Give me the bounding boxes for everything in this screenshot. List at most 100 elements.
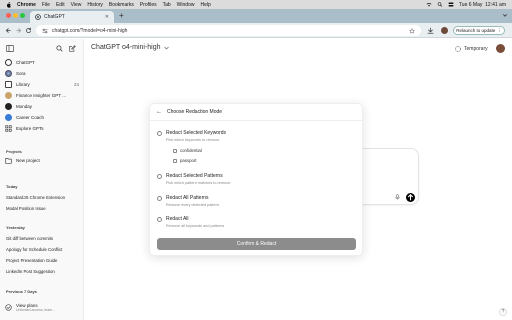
chat-item[interactable]: Project Presentation Guide <box>6 258 57 263</box>
radio-redact-selected-patterns[interactable] <box>157 174 162 179</box>
sidebar-item-library[interactable]: Library 24 <box>5 81 79 88</box>
url-text[interactable]: chatgpt.com/?model=o4-mini-high <box>52 28 127 34</box>
keyword-confidential[interactable]: confidential <box>173 148 202 153</box>
send-button[interactable] <box>406 193 415 202</box>
option-title: Redact All <box>166 216 189 222</box>
menu-bar: Chrome File Edit View History Bookmarks … <box>0 0 512 9</box>
radio-redact-all-patterns[interactable] <box>157 196 162 201</box>
arrow-up-icon <box>407 194 414 201</box>
back-icon[interactable] <box>5 27 12 34</box>
zoom-window-button[interactable] <box>20 13 25 18</box>
new-project-button[interactable]: New project <box>5 157 40 164</box>
profile-avatar[interactable] <box>441 27 448 34</box>
menu-help[interactable]: Help <box>200 2 210 8</box>
chat-item[interactable]: StandardJS Chrome Extension <box>6 195 65 200</box>
sidebar-item-explore-gpts[interactable]: Explore GPTs <box>5 125 44 132</box>
search-icon[interactable] <box>437 2 443 7</box>
new-tab-button[interactable]: + <box>119 11 124 21</box>
radio-redact-selected-keywords[interactable] <box>157 131 162 136</box>
tab-search-chevron-icon[interactable] <box>502 12 508 18</box>
search-chats-icon[interactable] <box>56 45 63 52</box>
option-redact-selected-patterns[interactable]: Redact Selected Patterns Pick which patt… <box>157 173 231 185</box>
model-selector[interactable]: ChatGPT o4-mini-high <box>91 44 169 51</box>
microphone-icon[interactable] <box>395 194 400 200</box>
radio-redact-all[interactable] <box>157 217 162 222</box>
option-title: Redact Selected Patterns <box>166 173 223 179</box>
toggle-sidebar-icon[interactable] <box>6 45 14 52</box>
keyword-label: passport <box>180 158 197 163</box>
checkbox-confidential[interactable] <box>173 148 177 153</box>
forward-icon[interactable] <box>15 27 22 34</box>
sidebar-item-label: Explore GPTs <box>16 126 44 131</box>
new-chat-icon[interactable] <box>69 45 76 52</box>
minimize-window-button[interactable] <box>13 13 18 18</box>
tab-chatgpt[interactable]: ChatGPT ✕ <box>30 11 114 23</box>
menu-chrome[interactable]: Chrome <box>17 2 36 8</box>
view-plans-button[interactable]: View plans Unlimited access, team... <box>5 303 55 312</box>
sidebar-item-label: Library <box>16 82 30 87</box>
checkbox-passport[interactable] <box>173 158 177 163</box>
option-title: Redact All Patterns <box>166 195 209 201</box>
menu-file[interactable]: File <box>42 2 50 8</box>
temporary-label: Temporary <box>464 46 488 52</box>
option-desc: Remove all keywords and patterns <box>166 224 225 228</box>
menu-window[interactable]: Window <box>177 2 195 8</box>
library-count-badge: 24 <box>73 82 79 87</box>
user-avatar[interactable] <box>496 44 505 53</box>
close-tab-icon[interactable]: ✕ <box>105 14 109 20</box>
menu-bookmarks[interactable]: Bookmarks <box>109 2 134 8</box>
monday-icon <box>5 103 12 110</box>
reload-icon[interactable] <box>25 27 32 34</box>
confirm-redact-button[interactable]: Confirm & Redact <box>157 238 356 250</box>
sora-icon <box>5 70 12 77</box>
tab-title: ChatGPT <box>44 14 65 20</box>
control-center-icon[interactable] <box>448 2 454 7</box>
wifi-icon[interactable] <box>426 2 432 7</box>
chevron-down-icon <box>163 46 169 49</box>
sidebar-item-monday[interactable]: Monday <box>5 103 32 110</box>
keyword-label: confidential <box>180 148 202 153</box>
site-info-icon[interactable] <box>42 28 48 34</box>
library-icon <box>5 81 12 88</box>
sidebar-item-chatgpt[interactable]: ChatGPT <box>5 59 35 66</box>
option-redact-all-patterns[interactable]: Redact All Patterns Remove every detecte… <box>157 195 220 207</box>
temporary-chat-button[interactable]: Temporary <box>455 46 488 52</box>
menu-profiles[interactable]: Profiles <box>140 2 157 8</box>
menu-view[interactable]: View <box>71 2 82 8</box>
help-button[interactable]: ? <box>499 308 507 316</box>
plans-icon <box>5 304 12 311</box>
sidebar-item-label: Finance Insighter GPT ... <box>16 93 66 98</box>
option-desc: Pick which keywords to remove. <box>166 138 221 142</box>
section-heading-previous-7-days: Previous 7 Days <box>6 289 37 294</box>
redaction-mode-modal: ← Choose Redaction Mode Redact Selected … <box>149 103 363 256</box>
temporary-chat-icon <box>455 46 461 52</box>
chat-item[interactable]: Git diff between commits <box>6 236 53 241</box>
sidebar-item-label: Monday <box>16 104 33 109</box>
sidebar-item-finance-insighter[interactable]: Finance Insighter GPT ... <box>5 92 66 99</box>
chat-item[interactable]: Modal Position Issue <box>6 206 46 211</box>
option-desc: Remove every detected pattern. <box>166 203 221 207</box>
keyword-passport[interactable]: passport <box>173 158 196 163</box>
address-bar[interactable]: chatgpt.com/?model=o4-mini-high <box>36 25 421 36</box>
option-redact-all[interactable]: Redact All Remove all keywords and patte… <box>157 216 224 228</box>
menubar-clock[interactable]: Tue 6 May 12:41 am <box>459 2 506 8</box>
menu-edit[interactable]: Edit <box>56 2 65 8</box>
sidebar-item-label: Sora <box>16 71 26 76</box>
option-redact-selected-keywords[interactable]: Redact Selected Keywords Pick which keyw… <box>157 130 226 142</box>
download-icon[interactable] <box>427 27 434 34</box>
sidebar-item-sora[interactable]: Sora <box>5 70 26 77</box>
chat-item[interactable]: Apology for Schedule Conflict <box>6 247 62 252</box>
explore-grid-icon <box>5 125 12 132</box>
back-arrow-icon[interactable]: ← <box>156 109 162 115</box>
apple-icon[interactable] <box>6 1 11 8</box>
sidebar-item-career-coach[interactable]: Career Coach <box>5 114 44 121</box>
relaunch-to-update-button[interactable]: Relaunch to update ⋮ <box>453 26 505 35</box>
menu-tab[interactable]: Tab <box>163 2 171 8</box>
new-folder-icon <box>5 158 12 164</box>
gpt-avatar-icon <box>5 92 12 99</box>
bookmark-star-icon[interactable] <box>409 27 415 34</box>
chat-item[interactable]: LinkedIn Post Suggestion <box>6 269 55 274</box>
view-plans-sub: Unlimited access, team... <box>16 308 56 312</box>
close-window-button[interactable] <box>6 13 11 18</box>
menu-history[interactable]: History <box>87 2 103 8</box>
